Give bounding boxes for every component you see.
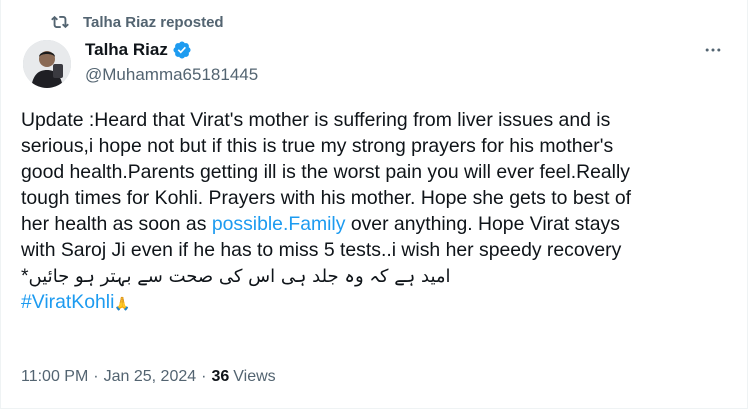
views-count: 36: [211, 368, 230, 385]
tweet-text-segment: over anything. Hope Virat stays: [345, 213, 620, 235]
tweet-line: #ViratKohli🙏: [21, 289, 726, 315]
urdu-text: امید ہے کہ وہ جلد ہی اس کی صحت سے بہتر ہ…: [28, 266, 451, 287]
tweet-time[interactable]: 11:00 PM: [21, 368, 88, 386]
tweet-line: serious,i hope not but if this is true m…: [21, 135, 614, 157]
praying-hands-emoji: 🙏: [114, 296, 131, 311]
tweet-meta: 11:00 PM · Jan 25, 2024 · 36 Views: [21, 368, 276, 386]
asterisk: *: [21, 265, 29, 287]
inline-link[interactable]: possible.Family: [212, 213, 346, 235]
author-handle[interactable]: @Muhamma65181445: [85, 65, 258, 85]
tweet-body: Update :Heard that Virat's mother is suf…: [21, 107, 726, 315]
views-label: Views: [233, 368, 276, 385]
tweet-line: good health.Parents getting ill is the w…: [21, 161, 630, 183]
author-block: Talha Riaz @Muhamma65181445: [85, 39, 258, 85]
repost-icon: [51, 13, 69, 31]
repost-label: Talha Riaz reposted: [83, 13, 224, 31]
author-name[interactable]: Talha Riaz: [85, 40, 168, 60]
hashtag-link[interactable]: #ViratKohli: [21, 291, 114, 313]
repost-indicator[interactable]: Talha Riaz reposted: [51, 12, 224, 32]
tweet-line: her health as soon as possible.Family ov…: [21, 211, 726, 237]
tweet-card: Talha Riaz reposted Talha Riaz @Muhamma6…: [0, 0, 748, 409]
tweet-date[interactable]: Jan 25, 2024: [104, 368, 197, 386]
tweet-line: tough times for Kohli. Prayers with his …: [21, 187, 632, 209]
avatar[interactable]: [23, 40, 71, 88]
separator: ·: [201, 368, 207, 385]
more-options-icon[interactable]: [701, 38, 725, 62]
verified-badge-icon[interactable]: [172, 40, 192, 60]
tweet-line: Update :Heard that Virat's mother is suf…: [21, 109, 611, 131]
tweet-text-segment: her health as soon as: [21, 213, 212, 235]
separator: ·: [93, 368, 99, 385]
tweet-line-urdu: *امید ہے کہ وہ جلد ہی اس کی صحت سے بہتر …: [21, 263, 726, 289]
tweet-line: with Saroj Ji even if he has to miss 5 t…: [21, 239, 622, 261]
